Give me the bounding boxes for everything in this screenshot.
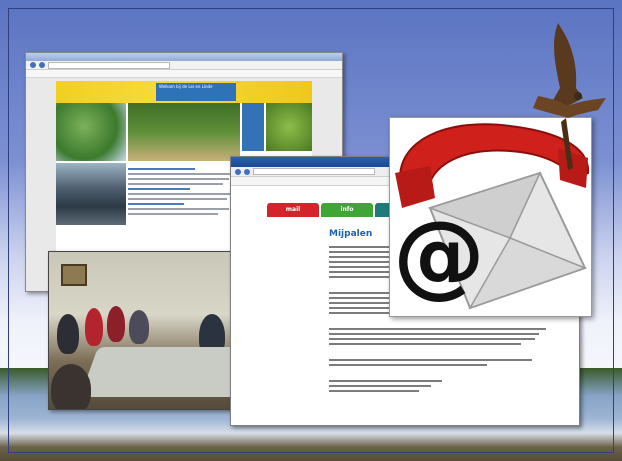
slide-background: Welkom bij de Lei en Linde mail info Mij… — [0, 0, 622, 461]
person — [51, 364, 91, 409]
tab-info: info — [321, 203, 373, 217]
forward-icon — [39, 62, 45, 68]
window-titlebar — [26, 53, 342, 61]
wall-picture — [61, 264, 87, 286]
person — [107, 306, 125, 342]
browser-menubar — [26, 70, 342, 78]
site-side-menu — [242, 103, 264, 151]
site-photo-leaves — [266, 103, 312, 151]
site-banner: Welkom bij de Lei en Linde — [56, 81, 312, 103]
at-symbol: @ — [393, 201, 485, 308]
back-icon — [30, 62, 36, 68]
browser-toolbar — [26, 61, 342, 70]
person — [85, 308, 103, 346]
tab-mail: mail — [267, 203, 319, 217]
address-bar — [253, 168, 375, 175]
page-heading: Mijpalen — [329, 229, 373, 239]
site-photo-water — [56, 163, 126, 225]
forward-icon — [244, 168, 250, 175]
site-photo-trees — [56, 103, 126, 161]
bird-of-prey-icon — [533, 23, 606, 170]
site-photo-forest-path — [128, 103, 240, 161]
site-banner-sign: Welkom bij de Lei en Linde — [156, 83, 236, 101]
meeting-table — [79, 347, 237, 397]
person — [57, 314, 79, 354]
meeting-photo — [48, 251, 238, 410]
address-bar — [48, 61, 170, 69]
back-icon — [235, 168, 241, 175]
person — [129, 310, 149, 344]
